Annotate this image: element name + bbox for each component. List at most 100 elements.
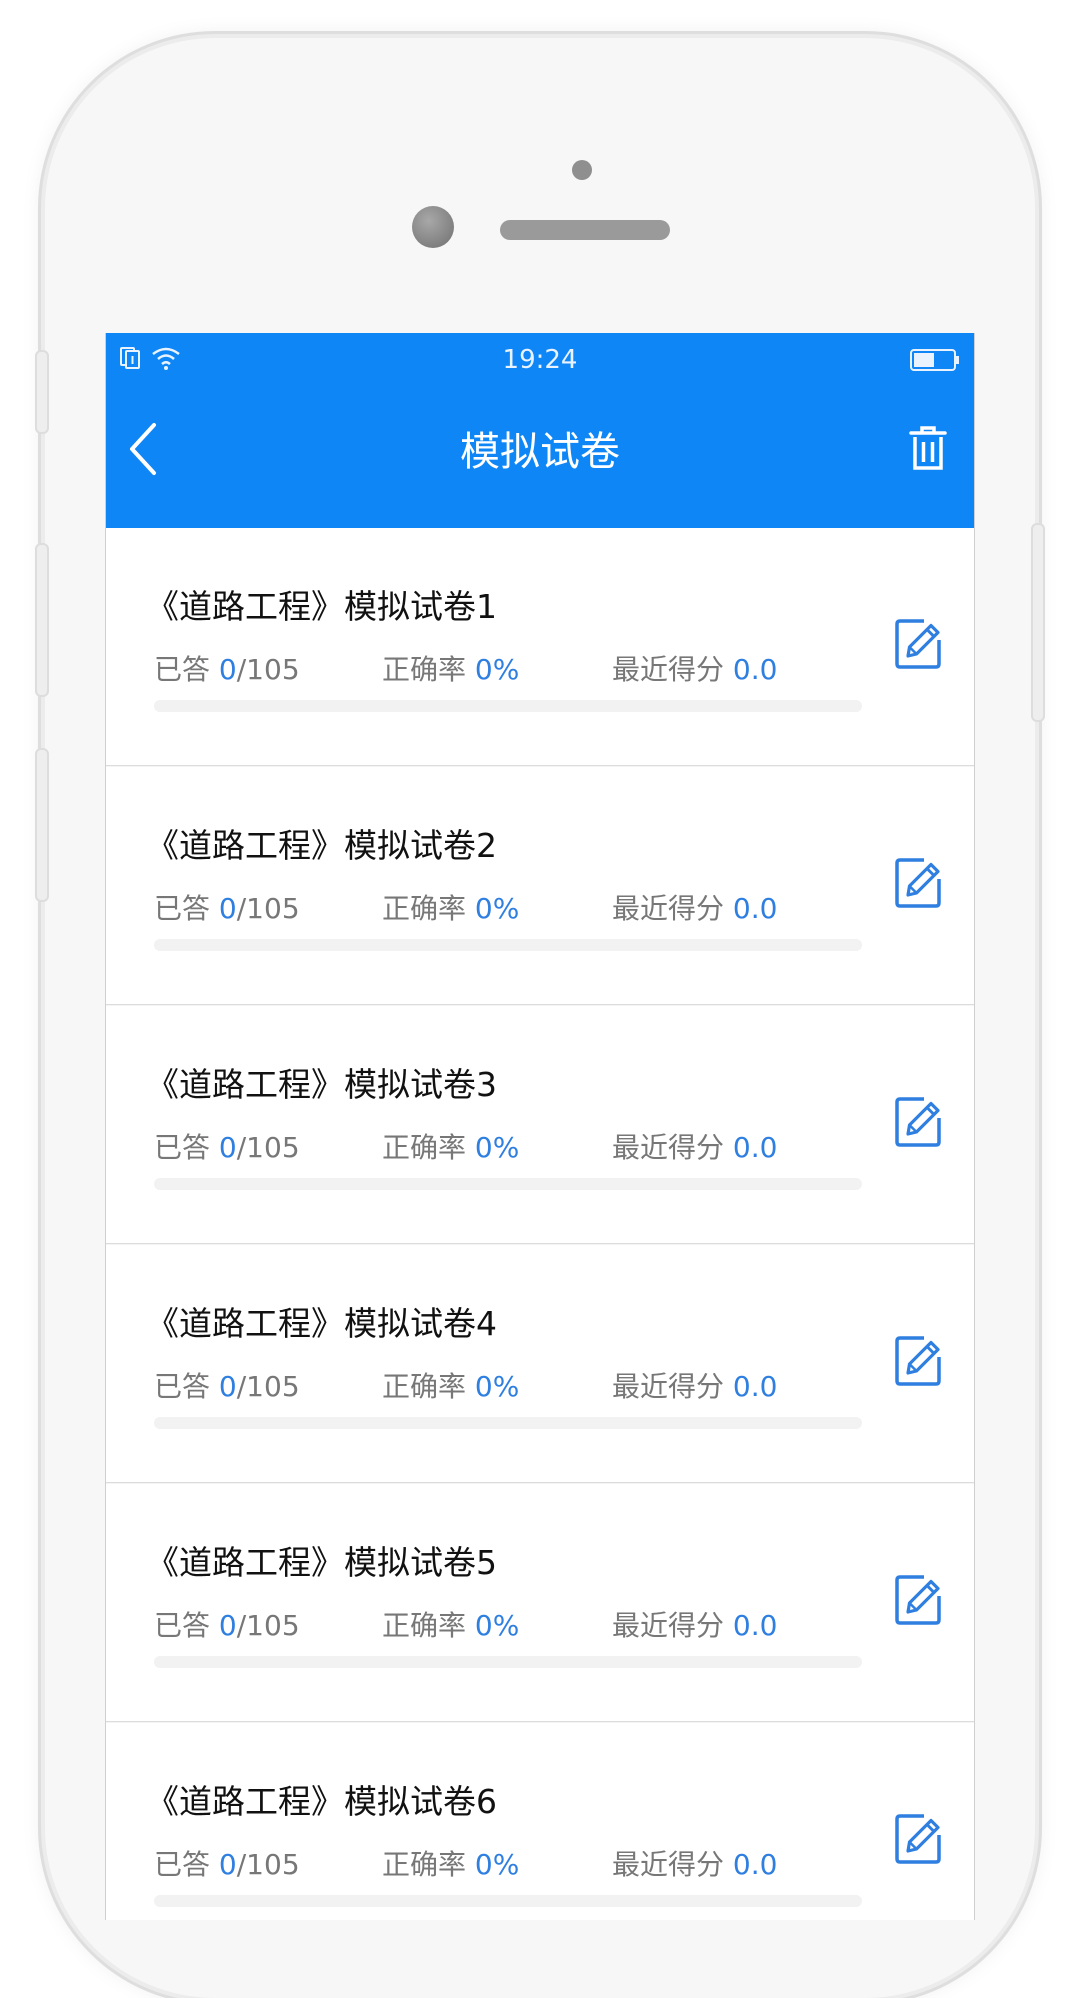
edit-icon[interactable] bbox=[894, 855, 944, 909]
edit-icon[interactable] bbox=[894, 1811, 944, 1865]
volume-up-button bbox=[35, 543, 49, 697]
answered-count: 0 bbox=[218, 653, 237, 686]
answered-label: 已答 bbox=[154, 1609, 211, 1642]
score-value: 0.0 bbox=[732, 892, 778, 925]
app-header: 19:24 模拟试卷 bbox=[106, 333, 974, 528]
question-total: /105 bbox=[236, 1131, 300, 1164]
question-total: /105 bbox=[236, 1848, 300, 1881]
paper-title: 《道路工程》模拟试卷5 bbox=[146, 1543, 497, 1582]
score-label: 最近得分 bbox=[612, 1609, 725, 1642]
answered-label: 已答 bbox=[154, 1848, 211, 1881]
question-total: /105 bbox=[236, 653, 300, 686]
paper-title: 《道路工程》模拟试卷1 bbox=[146, 587, 497, 626]
paper-card[interactable]: 《道路工程》模拟试卷6 已答 0/105 正确率 0% 最近得分 0.0 bbox=[106, 1723, 974, 1920]
page-title: 模拟试卷 bbox=[460, 429, 620, 475]
paper-title: 《道路工程》模拟试卷4 bbox=[146, 1304, 497, 1343]
progress-bar bbox=[154, 1178, 862, 1190]
accuracy-stat: 正确率 0% bbox=[382, 648, 519, 688]
score-label: 最近得分 bbox=[612, 1370, 725, 1403]
answered-stat: 已答 0/105 bbox=[154, 887, 300, 927]
answered-label: 已答 bbox=[154, 1131, 211, 1164]
score-label: 最近得分 bbox=[612, 1131, 725, 1164]
power-button bbox=[1031, 523, 1045, 722]
answered-count: 0 bbox=[218, 892, 237, 925]
score-value: 0.0 bbox=[732, 1609, 778, 1642]
answered-label: 已答 bbox=[154, 892, 211, 925]
paper-card[interactable]: 《道路工程》模拟试卷4 已答 0/105 正确率 0% 最近得分 0.0 bbox=[106, 1245, 974, 1483]
paper-title: 《道路工程》模拟试卷6 bbox=[146, 1782, 497, 1821]
progress-bar bbox=[154, 1656, 862, 1668]
accuracy-value: 0% bbox=[474, 1609, 520, 1642]
answered-stat: 已答 0/105 bbox=[154, 648, 300, 688]
answered-count: 0 bbox=[218, 1370, 237, 1403]
score-value: 0.0 bbox=[732, 1370, 778, 1403]
answered-label: 已答 bbox=[154, 653, 211, 686]
accuracy-stat: 正确率 0% bbox=[382, 1126, 519, 1166]
answered-stat: 已答 0/105 bbox=[154, 1604, 300, 1644]
trash-icon[interactable] bbox=[908, 424, 948, 472]
accuracy-value: 0% bbox=[474, 1370, 520, 1403]
accuracy-stat: 正确率 0% bbox=[382, 887, 519, 927]
progress-bar bbox=[154, 939, 862, 951]
accuracy-value: 0% bbox=[474, 653, 520, 686]
answered-count: 0 bbox=[218, 1848, 237, 1881]
accuracy-stat: 正确率 0% bbox=[382, 1843, 519, 1883]
accuracy-label: 正确率 bbox=[382, 1609, 467, 1642]
navigation-bar: 模拟试卷 bbox=[106, 393, 974, 528]
accuracy-stat: 正确率 0% bbox=[382, 1604, 519, 1644]
accuracy-label: 正确率 bbox=[382, 1370, 467, 1403]
progress-bar bbox=[154, 700, 862, 712]
score-stat: 最近得分 0.0 bbox=[612, 1604, 777, 1644]
score-stat: 最近得分 0.0 bbox=[612, 887, 777, 927]
paper-card[interactable]: 《道路工程》模拟试卷5 已答 0/105 正确率 0% 最近得分 0.0 bbox=[106, 1484, 974, 1722]
accuracy-value: 0% bbox=[474, 1848, 520, 1881]
volume-down-button bbox=[35, 748, 49, 902]
score-value: 0.0 bbox=[732, 1848, 778, 1881]
paper-list: 《道路工程》模拟试卷1 已答 0/105 正确率 0% 最近得分 0.0 《道路… bbox=[106, 528, 974, 1920]
answered-stat: 已答 0/105 bbox=[154, 1365, 300, 1405]
accuracy-label: 正确率 bbox=[382, 892, 467, 925]
phone-screen: 19:24 模拟试卷 《道路工程》模拟试卷1 已答 0/105 正确率 0% 最… bbox=[105, 333, 975, 1920]
answered-count: 0 bbox=[218, 1609, 237, 1642]
paper-card[interactable]: 《道路工程》模拟试卷1 已答 0/105 正确率 0% 最近得分 0.0 bbox=[106, 528, 974, 766]
paper-title: 《道路工程》模拟试卷3 bbox=[146, 1065, 497, 1104]
answered-stat: 已答 0/105 bbox=[154, 1843, 300, 1883]
accuracy-value: 0% bbox=[474, 892, 520, 925]
paper-title: 《道路工程》模拟试卷2 bbox=[146, 826, 497, 865]
accuracy-value: 0% bbox=[474, 1131, 520, 1164]
battery-icon bbox=[910, 349, 959, 371]
edit-icon[interactable] bbox=[894, 616, 944, 670]
progress-bar bbox=[154, 1417, 862, 1429]
score-label: 最近得分 bbox=[612, 1848, 725, 1881]
answered-stat: 已答 0/105 bbox=[154, 1126, 300, 1166]
status-time: 19:24 bbox=[502, 345, 578, 375]
score-stat: 最近得分 0.0 bbox=[612, 1126, 777, 1166]
question-total: /105 bbox=[236, 1370, 300, 1403]
question-total: /105 bbox=[236, 892, 300, 925]
paper-card[interactable]: 《道路工程》模拟试卷2 已答 0/105 正确率 0% 最近得分 0.0 bbox=[106, 767, 974, 1005]
score-value: 0.0 bbox=[732, 653, 778, 686]
accuracy-label: 正确率 bbox=[382, 653, 467, 686]
question-total: /105 bbox=[236, 1609, 300, 1642]
accuracy-label: 正确率 bbox=[382, 1848, 467, 1881]
paper-card[interactable]: 《道路工程》模拟试卷3 已答 0/105 正确率 0% 最近得分 0.0 bbox=[106, 1006, 974, 1244]
score-stat: 最近得分 0.0 bbox=[612, 648, 777, 688]
answered-count: 0 bbox=[218, 1131, 237, 1164]
score-stat: 最近得分 0.0 bbox=[612, 1365, 777, 1405]
score-value: 0.0 bbox=[732, 1131, 778, 1164]
accuracy-stat: 正确率 0% bbox=[382, 1365, 519, 1405]
score-stat: 最近得分 0.0 bbox=[612, 1843, 777, 1883]
score-label: 最近得分 bbox=[612, 892, 725, 925]
edit-icon[interactable] bbox=[894, 1333, 944, 1387]
front-camera bbox=[412, 206, 454, 248]
edit-icon[interactable] bbox=[894, 1094, 944, 1148]
edit-icon[interactable] bbox=[894, 1572, 944, 1626]
earpiece-speaker bbox=[500, 220, 670, 240]
status-bar: 19:24 bbox=[106, 333, 974, 393]
answered-label: 已答 bbox=[154, 1370, 211, 1403]
mute-switch bbox=[35, 350, 49, 434]
score-label: 最近得分 bbox=[612, 653, 725, 686]
accuracy-label: 正确率 bbox=[382, 1131, 467, 1164]
proximity-sensor bbox=[572, 160, 592, 180]
progress-bar bbox=[154, 1895, 862, 1907]
